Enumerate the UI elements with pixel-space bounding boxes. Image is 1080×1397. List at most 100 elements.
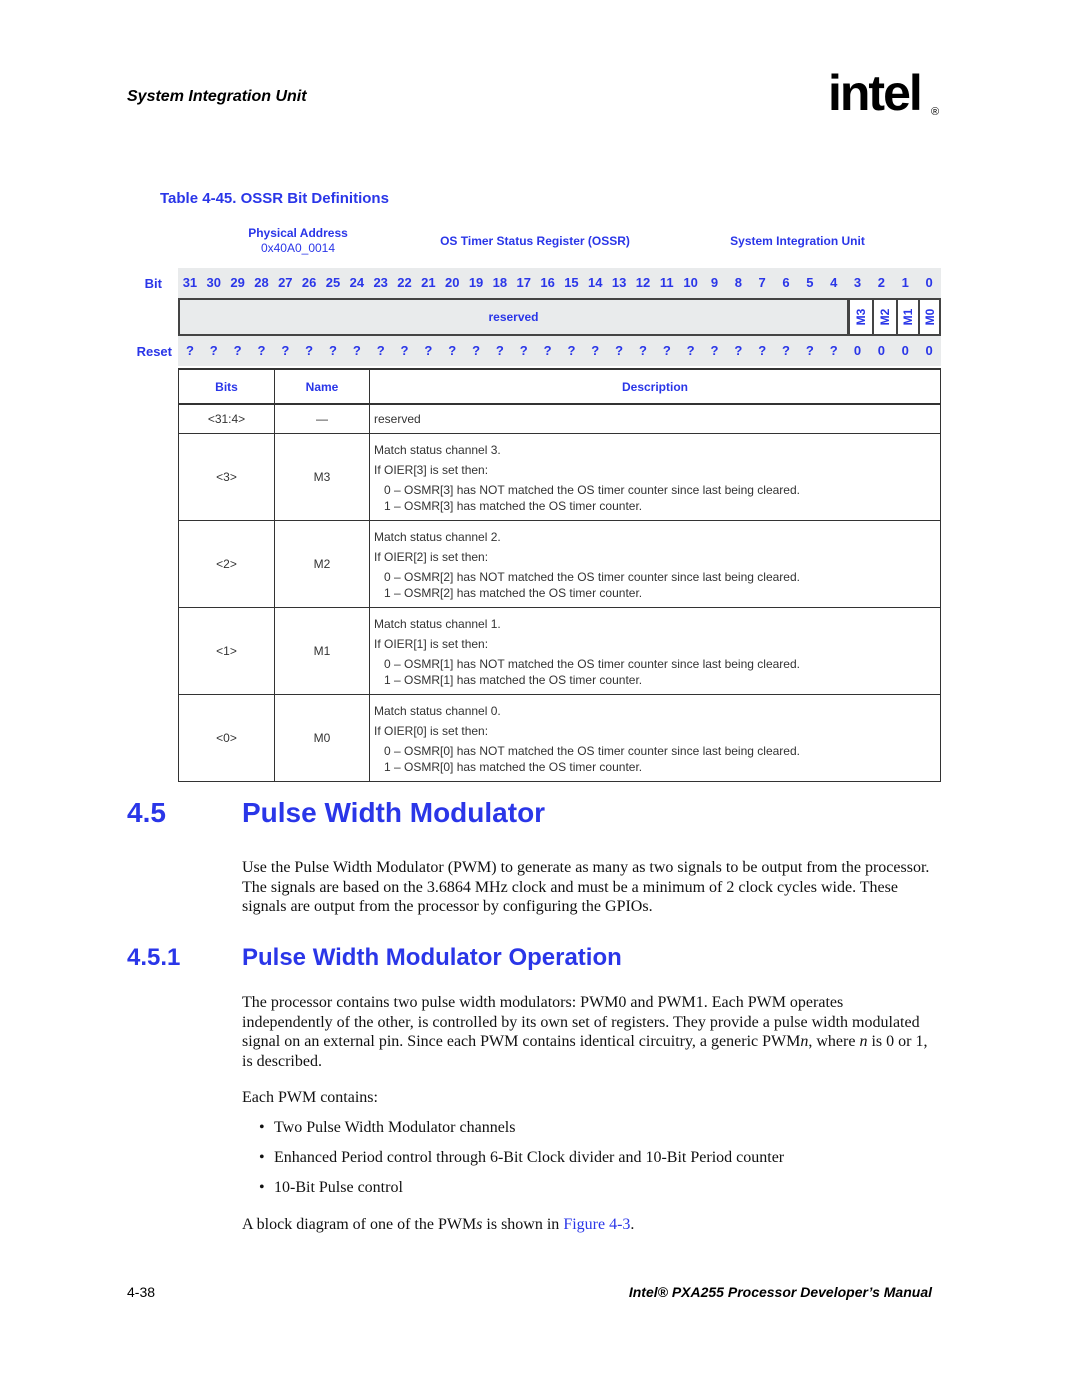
bit-number-cell: 31 <box>182 275 198 290</box>
description-line: Match status channel 2. <box>374 530 501 544</box>
bit-number-cell: 16 <box>540 275 555 290</box>
bit-number-cell: 30 <box>206 275 221 290</box>
running-header-title: System Integration Unit <box>127 88 307 105</box>
feature-list: Two Pulse Width Modulator channels Enhan… <box>259 1117 784 1207</box>
bit-number-cell: 8 <box>734 275 742 290</box>
cell-bits: <1> <box>178 607 275 695</box>
reset-value-cell: ? <box>185 343 194 358</box>
bit-number-cell: 26 <box>301 275 317 290</box>
reset-value-cell: ? <box>686 343 695 358</box>
diagram-reference-text: A block diagram of one of the PWM <box>242 1216 477 1233</box>
bit-number-cell: 1 <box>901 275 909 290</box>
registered-mark-icon: ® <box>931 106 940 118</box>
diagram-reference-text: is shown in <box>482 1216 564 1233</box>
bit-number-cell: 14 <box>588 275 603 290</box>
reset-value-cell: ? <box>734 343 743 358</box>
bit-number-cell: 13 <box>611 275 627 290</box>
table-caption: Table 4-45. OSSR Bit Definitions <box>160 190 389 207</box>
description-line: Match status channel 1. <box>374 617 501 631</box>
bit-number-cell: 9 <box>710 275 719 290</box>
bit-number-cell: 7 <box>758 275 766 290</box>
bit-number-cell: 2 <box>877 275 885 290</box>
reset-value-row: ???????????????????????????? 0 0 0 0 <box>178 336 941 366</box>
bit-number-cell: 5 <box>806 275 814 290</box>
reset-value-cell: ? <box>829 343 838 358</box>
description-line: 1 – OSMR[1] has matched the OS timer cou… <box>384 673 643 687</box>
diagram-reference: A block diagram of one of the PWMs is sh… <box>242 1215 932 1235</box>
bit-number-cell: 25 <box>325 275 341 290</box>
description-line: 1 – OSMR[2] has matched the OS timer cou… <box>384 586 643 600</box>
list-item: Enhanced Period control through 6-Bit Cl… <box>259 1147 784 1177</box>
bit-number-cell: 21 <box>421 275 436 290</box>
table-row: <3> M3 Match status channel 3. If OIER[3… <box>178 433 941 521</box>
list-item: Two Pulse Width Modulator channels <box>259 1117 784 1147</box>
cell-description: Match status channel 3. If OIER[3] is se… <box>369 433 941 521</box>
bit-number-cell: 23 <box>373 275 388 290</box>
subsection-number: 4.5.1 <box>127 944 181 971</box>
bit-number-cell: 19 <box>468 275 484 290</box>
reset-value-cell: 0 <box>877 343 885 358</box>
reset-value-cell: ? <box>233 343 242 358</box>
subsection-paragraph: The processor contains two pulse width m… <box>242 993 932 1071</box>
description-line: If OIER[1] is set then: <box>374 637 489 651</box>
reset-value-cell: ? <box>543 343 552 358</box>
cell-bits: <2> <box>178 520 275 608</box>
reset-value-cell: 0 <box>901 343 909 358</box>
field-m0-label: M0 <box>922 308 937 326</box>
bit-number-cell: 22 <box>397 275 412 290</box>
paragraph-text: , where <box>808 1033 860 1050</box>
reset-value-cell: ? <box>352 343 361 358</box>
description-line: Match status channel 3. <box>374 443 501 457</box>
field-m2: M2 <box>873 298 898 336</box>
reset-value-cell: ? <box>615 343 624 358</box>
cell-name: M3 <box>274 433 370 521</box>
register-field-row: reserved M3 M2 M1 M0 <box>178 298 941 336</box>
bit-number-cell: 11 <box>659 275 674 290</box>
bit-number-cell: 12 <box>635 275 651 290</box>
bit-number-cell: 28 <box>254 275 269 290</box>
column-header-description: Description <box>369 368 941 405</box>
reset-value-cell: ? <box>424 343 433 358</box>
cell-name: M0 <box>274 694 370 782</box>
description-line: reserved <box>374 412 421 426</box>
reset-value-cell: ? <box>329 343 337 358</box>
physical-address-value: 0x40A0_0014 <box>260 241 336 255</box>
bit-number-cell: 15 <box>564 275 579 290</box>
manual-title: Intel® PXA255 Processor Developer’s Manu… <box>628 1284 932 1300</box>
intel-logo-wordmark: intel <box>828 65 923 121</box>
column-header-bits: Bits <box>178 368 275 405</box>
description-line: If OIER[2] is set then: <box>374 550 489 564</box>
physical-address-label: Physical Address <box>248 226 348 240</box>
subsection-title: Pulse Width Modulator Operation <box>242 944 622 971</box>
diagram-reference-text: . <box>630 1216 635 1233</box>
bit-number-cell: 24 <box>349 275 365 290</box>
cell-bits: <31:4> <box>178 403 275 434</box>
bit-number-cell: 0 <box>925 275 933 290</box>
section-paragraph: Use the Pulse Width Modulator (PWM) to g… <box>242 859 930 915</box>
bit-number-cell: 27 <box>278 275 293 290</box>
reset-value-cell: ? <box>710 343 719 358</box>
intel-logo: intel ® <box>828 68 948 132</box>
bit-definitions-table: Bits Name Description <31:4> — reserved … <box>178 368 941 782</box>
bit-number-cell: 10 <box>683 275 698 290</box>
table-row: <31:4> — reserved <box>178 403 941 434</box>
reset-value-cell: ? <box>209 343 218 358</box>
cell-description: Match status channel 0. If OIER[0] is se… <box>369 694 941 782</box>
description-line: 0 – OSMR[0] has NOT matched the OS timer… <box>384 744 800 758</box>
reset-value-cell: ? <box>662 343 671 358</box>
field-m3-label: M3 <box>854 308 868 326</box>
reset-value-cell: ? <box>448 343 457 358</box>
bit-number-cell: 4 <box>830 275 838 290</box>
table-header-row: Bits Name Description <box>178 368 941 405</box>
bit-number-cell: 6 <box>782 275 790 290</box>
cell-description: Match status channel 2. If OIER[2] is se… <box>369 520 941 608</box>
reset-value-cell: ? <box>567 343 576 358</box>
bit-number-row: 31 30 29 28 27 26 25 24 23 22 21 20 19 18 17 16 15 14 13 12… <box>178 268 941 298</box>
reset-value-cell: 0 <box>853 343 862 358</box>
description-line: Match status channel 0. <box>374 704 501 718</box>
cell-description: Match status channel 1. If OIER[1] is se… <box>369 607 941 695</box>
figure-link[interactable]: Figure 4-3 <box>563 1216 630 1233</box>
cell-name: M2 <box>274 520 370 608</box>
reset-value-cell: ? <box>591 343 600 358</box>
list-item: 10-Bit Pulse control <box>259 1177 784 1207</box>
